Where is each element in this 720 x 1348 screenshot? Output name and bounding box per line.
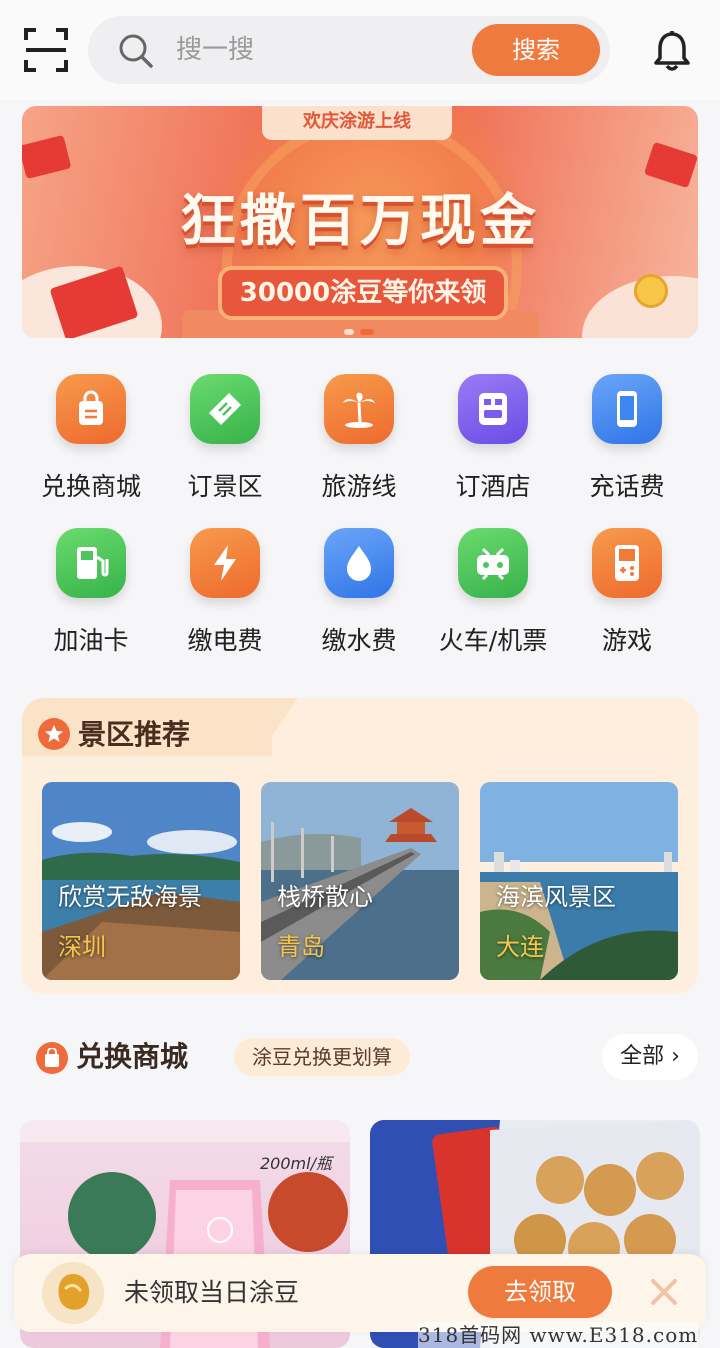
grid-item-hotel[interactable]: 订酒店	[426, 368, 560, 518]
scenic-card-shenzhen[interactable]: 欣赏无敌海景 深圳	[42, 782, 240, 980]
bean-icon	[42, 1262, 104, 1324]
grid-label: 缴电费	[187, 626, 263, 655]
close-icon[interactable]	[650, 1278, 678, 1306]
grid-label: 缴水费	[321, 626, 397, 655]
scan-icon[interactable]	[24, 28, 68, 72]
shopping-bag-icon	[56, 374, 126, 444]
grid-label: 旅游线	[321, 472, 397, 501]
grid-label: 订酒店	[455, 472, 531, 501]
carousel-dot[interactable]	[344, 329, 354, 335]
mall-tag: 涂豆兑换更划算	[234, 1038, 410, 1076]
grid-item-scenic[interactable]: 订景区	[158, 368, 292, 518]
grid-label: 火车/机票	[438, 626, 548, 655]
toast-text: 未领取当日涂豆	[124, 1278, 300, 1307]
mall-header: 兑换商城 涂豆兑换更划算 全部 ›	[22, 1034, 698, 1080]
search-input[interactable]: 搜一搜 搜索	[88, 16, 610, 84]
gas-pump-icon	[56, 528, 126, 598]
grid-item-train[interactable]: 火车/机票	[426, 522, 560, 672]
shopping-bag-icon	[36, 1042, 68, 1074]
view-all-label: 全部	[620, 1044, 665, 1069]
carousel-dot-active[interactable]	[360, 329, 374, 335]
section-title: 兑换商城	[76, 1040, 189, 1073]
ticket-icon	[190, 374, 260, 444]
scenic-name: 栈桥散心	[277, 883, 373, 911]
bell-icon[interactable]	[652, 30, 692, 72]
train-icon	[458, 528, 528, 598]
coin-icon	[634, 274, 668, 308]
chevron-right-icon: ›	[664, 1044, 680, 1069]
banner-tag: 欢庆涂游上线	[262, 106, 452, 140]
red-envelope-icon	[22, 134, 72, 180]
phone-icon	[592, 374, 662, 444]
top-bar: 搜一搜 搜索	[0, 0, 720, 100]
grid-item-tour[interactable]: 旅游线	[292, 368, 426, 518]
lightning-icon	[190, 528, 260, 598]
hotel-icon	[458, 374, 528, 444]
grid-label: 订景区	[187, 472, 263, 501]
scenic-header-tail	[258, 698, 298, 756]
grid-item-gas[interactable]: 加油卡	[24, 522, 158, 672]
view-all-button[interactable]: 全部 ›	[602, 1034, 698, 1080]
banner-subtitle: 30000涂豆等你来领	[239, 278, 487, 308]
scenic-name: 海滨风景区	[496, 883, 616, 911]
scenic-header: 景区推荐	[22, 698, 272, 756]
promo-banner[interactable]: 欢庆涂游上线 狂撒百万现金 30000涂豆等你来领	[22, 106, 698, 338]
search-button[interactable]: 搜索	[472, 24, 600, 76]
grid-item-electric[interactable]: 缴电费	[158, 522, 292, 672]
grid-item-mall[interactable]: 兑换商城	[24, 368, 158, 518]
scenic-city: 青岛	[277, 933, 325, 961]
grid-item-game[interactable]: 游戏	[560, 522, 694, 672]
scenic-card-dalian[interactable]: 海滨风景区 大连	[480, 782, 678, 980]
palm-tree-icon	[324, 374, 394, 444]
search-placeholder: 搜一搜	[176, 35, 255, 65]
grid-label: 兑换商城	[40, 472, 141, 501]
scenic-name: 欣赏无敌海景	[58, 883, 202, 911]
watermark-text: 318首码网 www.E318.com	[418, 1322, 699, 1348]
grid-item-water[interactable]: 缴水费	[292, 522, 426, 672]
star-icon	[38, 718, 70, 750]
grid-item-phone[interactable]: 充话费	[560, 368, 694, 518]
daily-reward-toast: 未领取当日涂豆 去领取	[14, 1254, 706, 1332]
grid-label: 游戏	[601, 626, 652, 655]
grid-label: 加油卡	[53, 626, 129, 655]
claim-button[interactable]: 去领取	[468, 1266, 612, 1318]
scenic-city: 深圳	[58, 933, 106, 961]
scenic-section: 景区推荐 欣赏无敌海景 深圳 栈桥散心 青岛 海滨风景区 大连	[22, 698, 698, 994]
water-drop-icon	[324, 528, 394, 598]
banner-title: 狂撒百万现金	[180, 189, 540, 254]
gamepad-icon	[592, 528, 662, 598]
search-icon	[119, 34, 153, 68]
section-title: 景区推荐	[78, 718, 191, 751]
product-caption: 200ml/瓶	[260, 1154, 332, 1173]
scenic-card-qingdao[interactable]: 栈桥散心 青岛	[261, 782, 459, 980]
grid-label: 充话费	[589, 472, 665, 501]
banner-subtitle-box: 30000涂豆等你来领	[218, 266, 508, 320]
scenic-city: 大连	[496, 933, 544, 961]
carousel-indicator	[344, 320, 380, 338]
